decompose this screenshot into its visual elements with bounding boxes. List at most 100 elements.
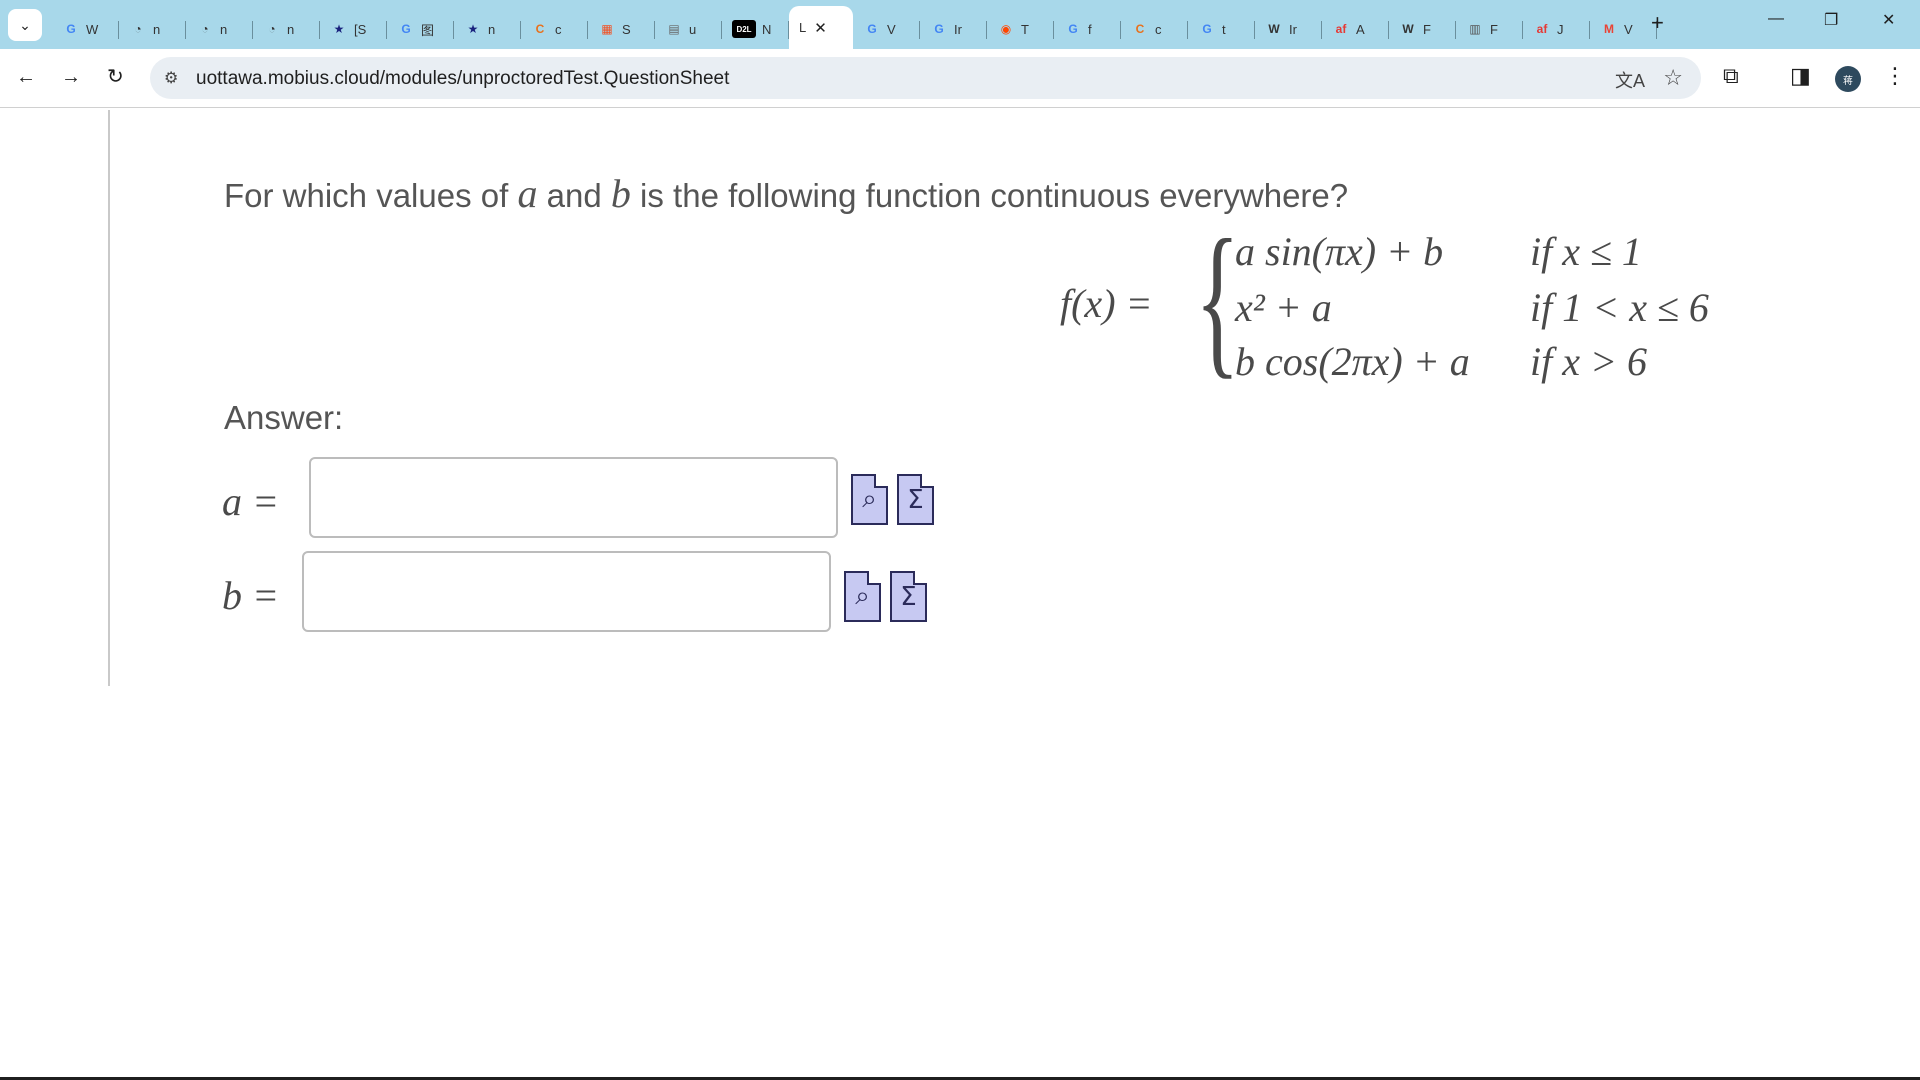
piece-1-condition: if x ≤ 1: [1530, 229, 1642, 274]
browser-tab[interactable]: W Ir: [1255, 10, 1322, 48]
reload-icon[interactable]: ↻: [107, 65, 124, 89]
browser-tab[interactable]: WF: [1389, 10, 1456, 48]
preview-icon[interactable]: ⌕: [851, 474, 888, 525]
tab-title: L: [799, 20, 807, 35]
tab-title: V: [887, 21, 896, 37]
preview-icon[interactable]: ⌕: [844, 571, 881, 622]
browser-tab[interactable]: ★ [S: [320, 10, 387, 48]
tab-title: S: [622, 21, 631, 37]
tab-title: Ir: [1289, 21, 1297, 37]
tab-favicon-icon: ◔: [268, 22, 276, 36]
tab-favicon-icon: C: [535, 22, 545, 36]
tab-title: n: [153, 21, 161, 37]
new-tab-button[interactable]: +: [1651, 11, 1664, 35]
browser-tab[interactable]: Gf: [1054, 10, 1121, 48]
browser-tab[interactable]: Cc: [1121, 10, 1188, 48]
browser-tab[interactable]: ★ n: [454, 10, 521, 48]
tab-favicon-icon: ▤: [668, 22, 680, 36]
tab-favicon-icon: D2L: [732, 20, 756, 38]
browser-tab[interactable]: GW: [52, 10, 119, 48]
tab-title: n: [287, 21, 295, 37]
tab-list: G W ◔ n ◔ n ◔ n ★ [S G 图 ★ n Cc ▦ S ▤ u D2L N L ✕ G V G Ir ◉ T Gf Cc Gt…: [52, 6, 1657, 49]
piece-2-expression: x² + a: [1235, 285, 1332, 330]
b-answer-input[interactable]: [302, 551, 831, 632]
extensions-icon[interactable]: ⧉: [1723, 64, 1739, 88]
left-brace: {: [1195, 205, 1240, 393]
a-answer-input[interactable]: [309, 457, 838, 538]
tab-title: T: [1021, 21, 1029, 37]
piece-1-expression: a sin(πx) + b: [1235, 229, 1444, 274]
tab-favicon-icon: G: [1202, 22, 1212, 36]
tab-favicon-icon: W: [1268, 22, 1280, 36]
piece-3-expression: b cos(2πx) + a: [1235, 339, 1470, 384]
tab-favicon-icon: W: [1402, 22, 1414, 36]
browser-tab[interactable]: af J: [1523, 10, 1590, 48]
restore-icon[interactable]: ❐: [1824, 10, 1838, 30]
tab-title: n: [488, 21, 496, 37]
piece-2-condition: if 1 < x ≤ 6: [1530, 285, 1709, 330]
forward-arrow-icon[interactable]: →: [61, 65, 81, 89]
tab-favicon-icon: G: [66, 22, 76, 36]
a-label: a =: [222, 479, 279, 524]
bookmark-star-icon[interactable]: ☆: [1663, 65, 1683, 91]
browser-tab[interactable]: ▦ S: [588, 10, 655, 48]
minimize-icon[interactable]: —: [1768, 10, 1784, 28]
site-settings-icon[interactable]: ⚙: [164, 68, 178, 88]
tab-favicon-icon: C: [1135, 22, 1145, 36]
equation-editor-icon[interactable]: Σ: [897, 474, 934, 525]
browser-tab[interactable]: GV: [853, 10, 920, 48]
tab-favicon-icon: ◉: [1000, 22, 1012, 36]
url-text[interactable]: uottawa.mobius.cloud/modules/unproctored…: [196, 68, 729, 90]
profile-avatar[interactable]: 蒋: [1835, 66, 1861, 92]
tab-favicon-icon: G: [934, 22, 944, 36]
tab-title: 图: [421, 22, 435, 38]
browser-tab[interactable]: ◉ T: [987, 10, 1054, 48]
side-panel-icon[interactable]: ◨: [1790, 64, 1811, 88]
equation-editor-icon[interactable]: Σ: [890, 571, 927, 622]
browser-tab[interactable]: ◔ n: [119, 10, 186, 48]
browser-toolbar: ← → ↻ ⚙ uottawa.mobius.cloud/modules/unp…: [0, 49, 1920, 108]
tab-title: J: [1557, 21, 1564, 37]
piece-3-condition: if x > 6: [1530, 339, 1647, 384]
tab-favicon-icon: ▥: [1469, 22, 1481, 36]
answer-label: Answer:: [224, 399, 344, 436]
tab-favicon-icon: M: [1604, 22, 1614, 36]
tab-favicon-icon: G: [867, 22, 877, 36]
tab-title: V: [1624, 21, 1633, 37]
browser-tab[interactable]: Gt: [1188, 10, 1255, 48]
translate-icon[interactable]: 文A: [1615, 67, 1645, 93]
tab-title: t: [1222, 21, 1226, 37]
tab-title: Ir: [954, 21, 962, 37]
tab-title: F: [1490, 21, 1498, 37]
tab-active[interactable]: L ✕: [789, 6, 853, 49]
tab-title: N: [762, 21, 772, 37]
tab-favicon-icon: af: [1536, 22, 1548, 36]
browser-tab[interactable]: MV: [1590, 10, 1657, 48]
piecewise-function: f(x) = { a sin(πx) + b if x ≤ 1 x² + a i…: [1060, 214, 1760, 388]
close-tab-icon[interactable]: ✕: [814, 19, 827, 37]
tab-favicon-icon: af: [1335, 22, 1347, 36]
tab-strip: ⌄ G W ◔ n ◔ n ◔ n ★ [S G 图 ★ n Cc ▦ S ▤ u D2L N L ✕ G V G Ir ◉ T Gf Cc…: [0, 0, 1920, 49]
browser-tab[interactable]: ◔ n: [186, 10, 253, 48]
browser-tab[interactable]: D2L N: [722, 10, 789, 48]
browser-tab[interactable]: Cc: [521, 10, 588, 48]
tab-favicon-icon: G: [1068, 22, 1078, 36]
tab-title: c: [555, 21, 562, 37]
tab-title: W: [86, 21, 99, 37]
browser-tab[interactable]: ▤ u: [655, 10, 722, 48]
tab-title: f: [1088, 21, 1092, 37]
close-window-icon[interactable]: ✕: [1882, 10, 1895, 30]
browser-tab[interactable]: G图: [387, 10, 454, 48]
back-arrow-icon[interactable]: ←: [16, 65, 36, 89]
address-bar[interactable]: ⚙ uottawa.mobius.cloud/modules/unproctor…: [150, 57, 1701, 99]
tab-search-button[interactable]: ⌄: [8, 9, 42, 41]
browser-tab[interactable]: af A: [1322, 10, 1389, 48]
question-text: For which values of a and b is the follo…: [224, 171, 1349, 216]
browser-tab[interactable]: G Ir: [920, 10, 987, 48]
tab-title: u: [689, 21, 697, 37]
menu-kebab-icon[interactable]: ⋮: [1884, 64, 1906, 88]
browser-tab[interactable]: ▥ F: [1456, 10, 1523, 48]
content-left-divider: [108, 110, 110, 686]
browser-tab[interactable]: ◔ n: [253, 10, 320, 48]
tab-favicon-icon: ▦: [601, 22, 613, 36]
